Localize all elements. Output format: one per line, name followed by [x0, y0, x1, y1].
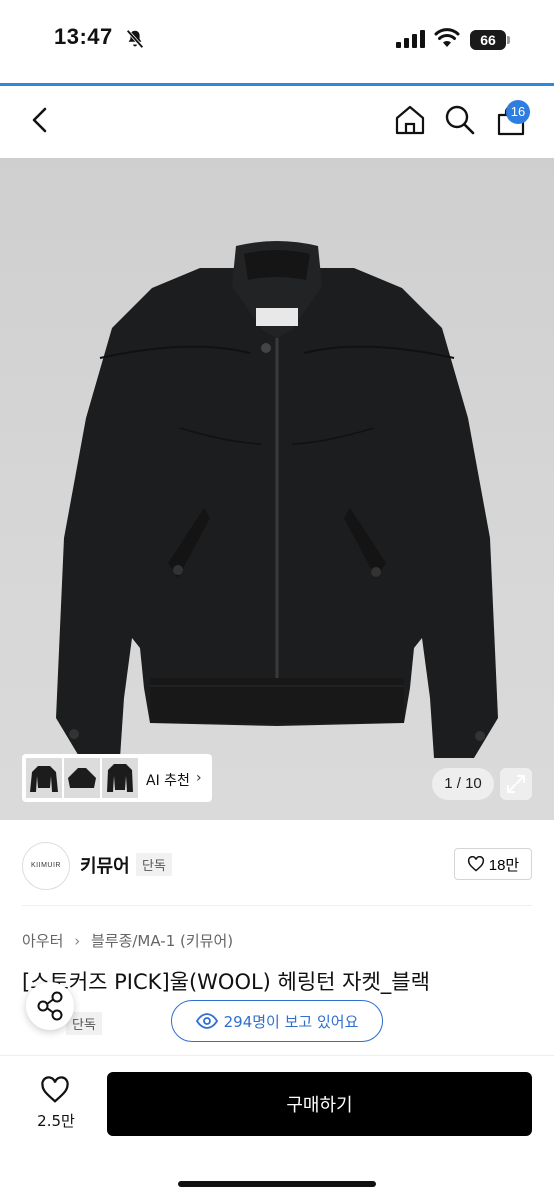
- share-icon: [37, 991, 63, 1021]
- buy-button[interactable]: 구매하기: [107, 1072, 532, 1136]
- home-indicator: [178, 1181, 376, 1187]
- search-button[interactable]: [444, 104, 476, 139]
- status-time: 13:47: [54, 24, 113, 49]
- chevron-left-icon: [32, 107, 47, 133]
- image-counter: 1 / 10: [432, 768, 494, 800]
- favorite-count: 18만: [488, 856, 520, 874]
- product-title: [스토커즈 PICK]울(WOOL) 헤링턴 자켓_블랙: [22, 970, 430, 994]
- thumbnail-1[interactable]: [26, 758, 62, 798]
- battery-tip: [507, 36, 510, 44]
- cart-count-badge: 16: [506, 100, 530, 124]
- expand-icon: [507, 775, 525, 793]
- chevron-right-icon: ›: [196, 770, 202, 786]
- like-count: 2.5만: [37, 1112, 75, 1130]
- back-button[interactable]: [28, 106, 52, 137]
- divider: [22, 905, 532, 906]
- brand-favorite-button[interactable]: 18만: [454, 848, 532, 880]
- breadcrumb-category[interactable]: 블루종/MA-1 (키뮤어): [91, 930, 233, 951]
- home-button[interactable]: [394, 104, 426, 139]
- thumbnail-3[interactable]: [102, 758, 138, 798]
- share-button[interactable]: [26, 982, 74, 1030]
- brand-name[interactable]: 키뮤어: [80, 852, 130, 878]
- brand-logo[interactable]: KIIMUIR: [22, 842, 70, 890]
- search-icon: [445, 105, 475, 135]
- expand-button[interactable]: [500, 768, 532, 800]
- breadcrumb-outer[interactable]: 아우터: [22, 930, 63, 951]
- signal-icon: [396, 30, 425, 48]
- viewers-badge: 294명이 보고 있어요: [171, 1000, 383, 1042]
- ai-recommend-button[interactable]: AI 추천: [146, 770, 190, 790]
- bell-muted-icon: [126, 29, 144, 49]
- viewers-text: 294명이 보고 있어요: [223, 1012, 359, 1031]
- heart-icon: [41, 1076, 69, 1103]
- breadcrumb: 아우터 › 블루종/MA-1 (키뮤어): [22, 930, 233, 951]
- battery-indicator: 66: [470, 30, 506, 50]
- heart-icon: [467, 856, 484, 872]
- home-icon: [395, 105, 425, 135]
- eye-icon: [195, 1013, 218, 1029]
- jacket-illustration: [56, 241, 498, 758]
- top-accent-line: [0, 83, 554, 86]
- like-button[interactable]: [40, 1076, 70, 1107]
- thumbnail-2[interactable]: [64, 758, 100, 798]
- breadcrumb-separator-icon: ›: [74, 932, 81, 950]
- wifi-icon: [434, 28, 460, 47]
- exclusive-badge: 단독: [136, 853, 172, 876]
- product-image[interactable]: [0, 158, 554, 820]
